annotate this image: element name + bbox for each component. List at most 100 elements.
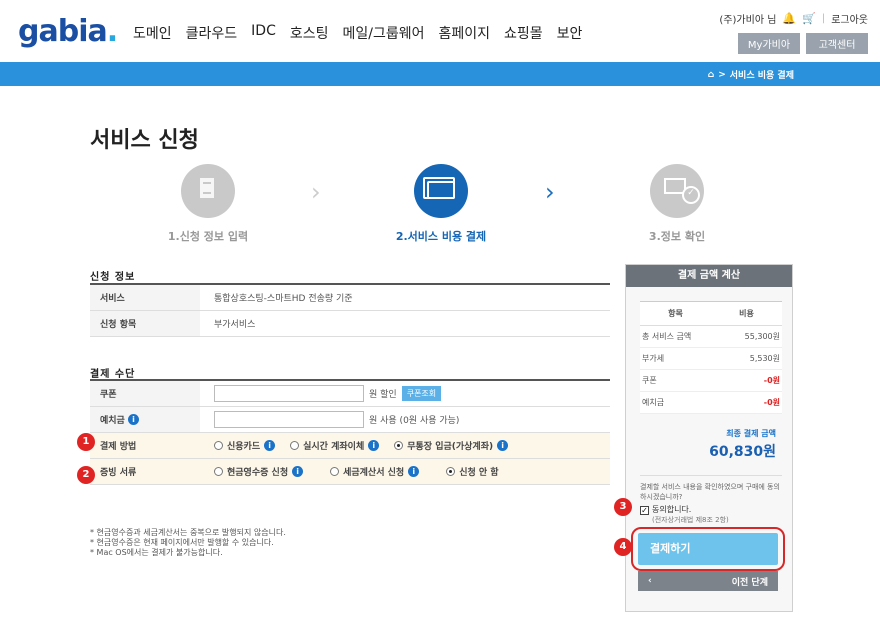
step-3-circle [650,164,704,218]
logout-link[interactable]: 로그아웃 [831,11,868,26]
annotation-badge-3: 3 [614,498,632,516]
info-icon[interactable]: i [497,440,509,451]
radio-none[interactable] [446,467,456,476]
nav-domain[interactable]: 도메인 [133,23,172,43]
coupon-cell: 원 할인 쿠폰조회 [200,385,610,402]
deposit-row: 예치금 i 원 사용 (0원 사용 가능) [90,407,610,433]
step-2-circle [414,164,468,218]
payment-summary-panel: 결제 금액 계산 항목 비용 총 서비스 금액 55,300원 부가세 5,530원… [625,264,793,612]
deposit-input[interactable] [214,411,364,428]
method-cell: 신용카드 i 실시간 계좌이체 i 무통장 입금(가상계좌) i [200,439,610,452]
payment-title: 결제 수단 [90,369,136,380]
chevron-left-icon: ‹ [648,576,652,586]
step-2: 2.서비스 비용 결제 [381,164,501,244]
payment-table: 쿠폰 원 할인 쿠폰조회 예치금 i 원 사용 (0원 사용 가능) 결제 방법… [90,379,610,485]
coupon-label: 쿠폰 [90,381,200,406]
annotation-badge-2: 2 [77,466,95,484]
agreement-sub-note: (전자상거래법 제8조 2항) [652,516,729,524]
coupon-suffix: 원 할인 [369,390,397,400]
final-amount: 최종 결제 금액 60,830원 [626,414,792,461]
method-transfer-option[interactable]: 실시간 계좌이체 i [290,439,380,452]
pay-button[interactable]: 결제하기 [638,533,778,565]
info-icon[interactable]: i [292,466,304,477]
nav-hosting[interactable]: 호스팅 [290,23,329,43]
method-card-option[interactable]: 신용카드 i [214,439,276,452]
coupon-input[interactable] [214,385,364,402]
apply-info-title: 신청 정보 [90,272,136,283]
row-header: 서비스 [90,285,200,310]
apply-info-table: 서비스 통합상호스팅-스마트HD 전송량 기준 신청 항목 부가서비스 [90,283,610,337]
bell-icon[interactable]: 🔔 [782,12,796,25]
home-icon[interactable]: ⌂ [708,70,714,80]
row-value: 통합상호스팅-스마트HD 전송량 기준 [214,294,353,304]
cost-row: 예치금 -0원 [640,392,782,414]
my-gabia-button[interactable]: My가비아 [738,33,800,54]
nav-cloud[interactable]: 클라우드 [186,23,238,43]
chevron-right-icon: › [311,178,321,206]
document-icon [200,178,214,198]
nav-idc[interactable]: IDC [251,23,276,43]
util-divider: | [821,13,826,24]
agree-checkbox[interactable]: ✓ [640,505,649,515]
col-item: 항목 [668,309,683,318]
method-row: 결제 방법 신용카드 i 실시간 계좌이체 i 무통장 입금(가상계좌) i [90,433,610,459]
page-title: 서비스 신청 [90,128,199,153]
proof-none-option[interactable]: 신청 안 함 [446,465,499,478]
row-header: 신청 항목 [90,311,200,336]
util-bar: (주)가비아 님 🔔 🛒 | 로그아웃 [719,11,868,26]
coupon-search-button[interactable]: 쿠폰조회 [401,386,442,401]
cost-row: 부가세 5,530원 [640,348,782,370]
nav-homepage[interactable]: 홈페이지 [439,23,491,43]
final-amount-label: 최종 결제 금액 [726,429,776,438]
cost-row: 쿠폰 -0원 [640,370,782,392]
radio-card[interactable] [214,441,223,450]
proof-cash-receipt-option[interactable]: 현금영수증 신청 i [214,465,304,478]
table-row: 신청 항목 부가서비스 [90,311,610,337]
method-virtual-account-option[interactable]: 무통장 입금(가상계좌) i [394,439,509,452]
radio-tax-invoice[interactable] [330,467,340,476]
previous-step-label: 이전 단계 [731,577,768,588]
deposit-cell: 원 사용 (0원 사용 가능) [200,411,610,428]
nav-shop[interactable]: 쇼핑몰 [504,23,543,43]
info-icon[interactable]: i [408,466,420,477]
note-item: * Mac OS에서는 결제가 불가능합니다. [90,548,223,557]
user-name: (주)가비아 님 [719,15,777,26]
radio-transfer[interactable] [290,441,300,450]
agree-checkbox-row[interactable]: ✓ 동의합니다. [640,505,782,515]
step-1-circle [181,164,235,218]
breadcrumb-separator: > [718,69,726,80]
panel-title: 결제 금액 계산 [626,265,792,287]
note-item: * 현금영수증과 세금계산서는 중복으로 발행되지 않습니다. [90,528,286,537]
previous-step-button[interactable]: ‹ 이전 단계 [638,571,778,591]
cost-row: 총 서비스 금액 55,300원 [640,326,782,348]
agreement: 결제할 서비스 내용을 확인하였으며 구매에 동의하시겠습니까? ✓ 동의합니다… [640,475,782,525]
gabia-logo[interactable]: gabia. [18,14,118,49]
cost-table-header: 항목 비용 [640,302,782,326]
row-value: 부가서비스 [214,320,256,330]
info-icon[interactable]: i [264,440,276,451]
note-item: * 현금영수증은 현재 페이지에서만 발행할 수 있습니다. [90,538,274,547]
step-2-label: 2.서비스 비용 결제 [395,230,487,243]
proof-cell: 현금영수증 신청 i 세금계산서 신청 i 신청 안 함 [200,465,610,478]
deposit-suffix: 원 사용 (0원 사용 가능) [369,416,460,426]
annotation-badge-4: 4 [614,538,632,556]
step-3-label: 3.정보 확인 [648,230,706,243]
step-3: 3.정보 확인 [617,164,737,244]
cart-icon[interactable]: 🛒 [802,12,816,25]
step-1: 1.신청 정보 입력 [148,164,268,244]
step-1-label: 1.신청 정보 입력 [167,230,249,243]
proof-tax-invoice-option[interactable]: 세금계산서 신청 i [330,465,420,478]
nav-mail[interactable]: 메일/그룹웨어 [343,23,425,43]
main-nav: 도메인 클라우드 IDC 호스팅 메일/그룹웨어 홈페이지 쇼핑몰 보안 [133,23,582,43]
monitor-check-icon [664,178,700,204]
radio-virtual-account[interactable] [394,441,404,450]
breadcrumb-current: 서비스 비용 결제 [729,71,794,81]
support-button[interactable]: 고객센터 [806,33,868,54]
card-icon [423,177,455,199]
info-icon[interactable]: i [127,414,139,425]
nav-security[interactable]: 보안 [557,23,583,43]
proof-label: 증빙 서류 [90,459,200,484]
radio-cash-receipt[interactable] [214,467,223,476]
header-buttons: My가비아 고객센터 [738,33,868,54]
info-icon[interactable]: i [368,440,380,451]
